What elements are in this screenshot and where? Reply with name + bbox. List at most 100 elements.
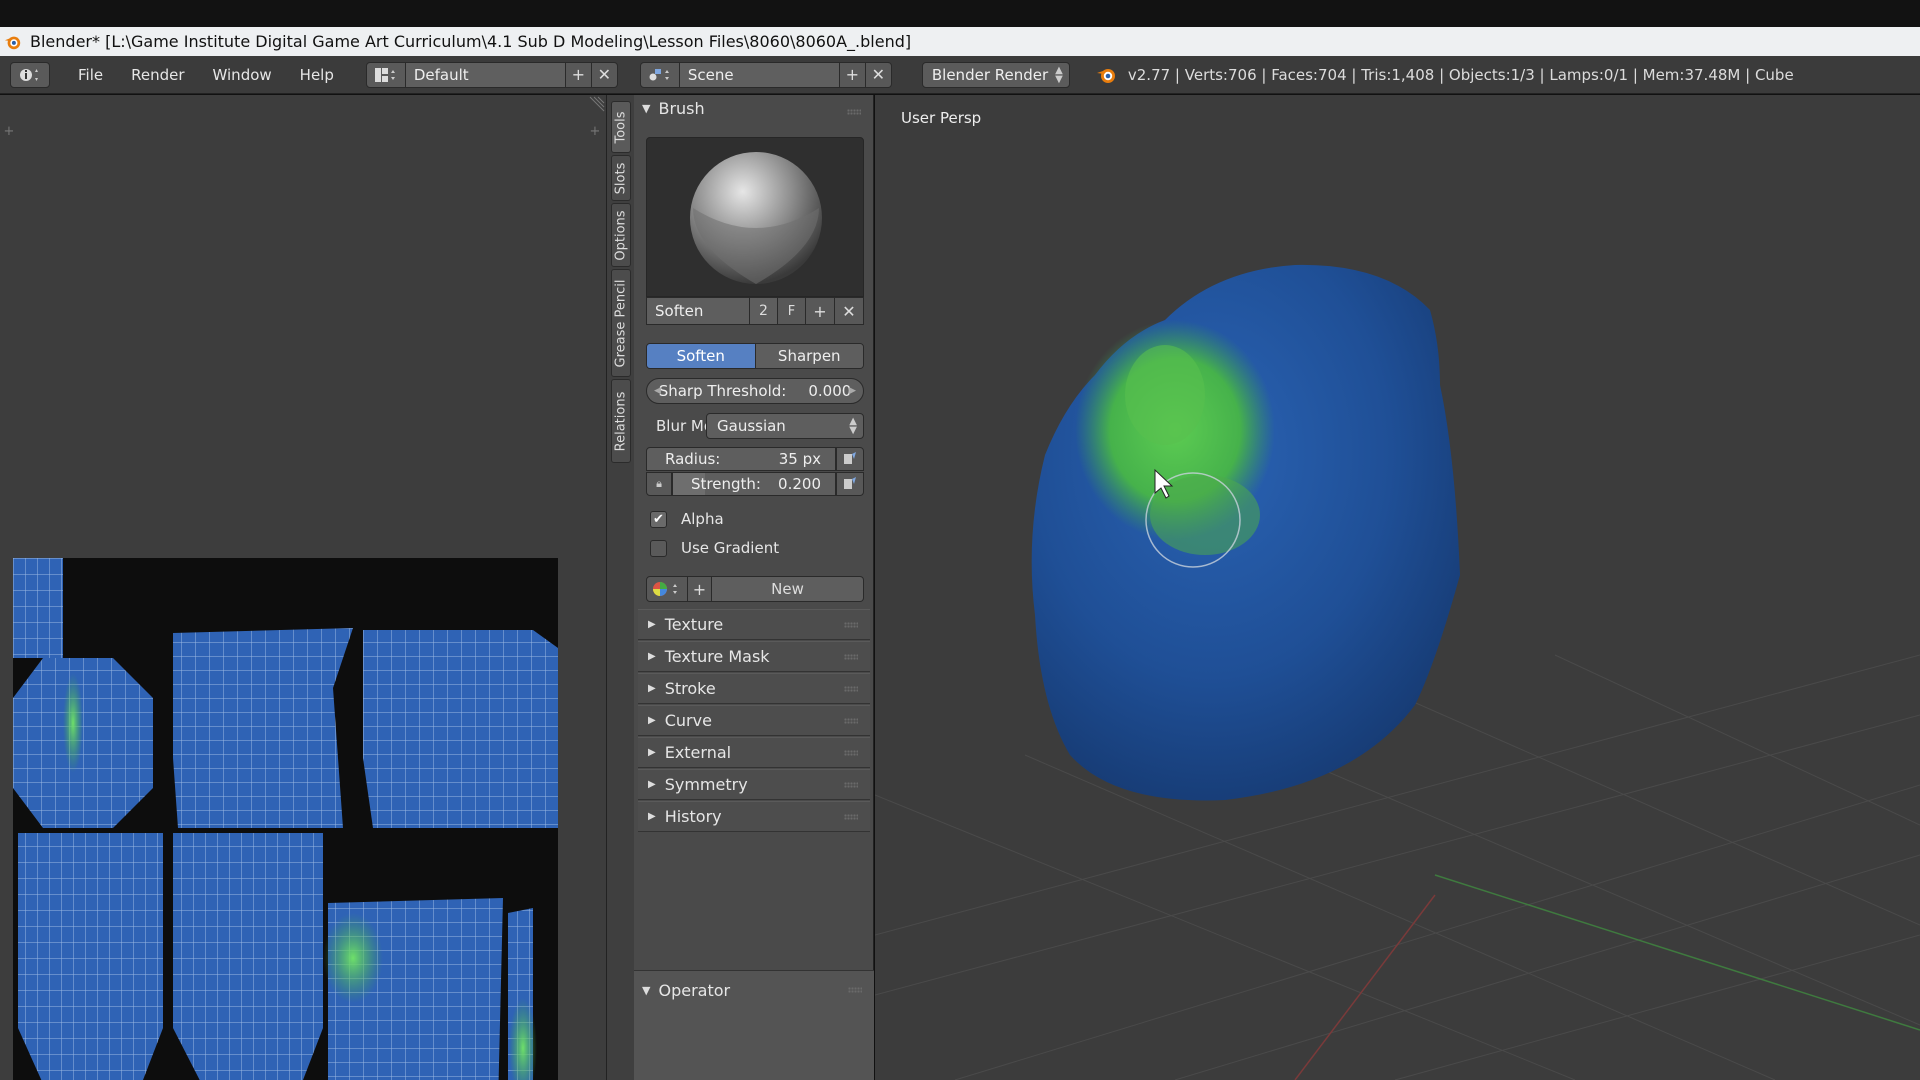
collapsed-triangle-icon: ▶ bbox=[648, 651, 656, 662]
editor-type-button[interactable] bbox=[10, 61, 50, 88]
scene-browse-button[interactable] bbox=[639, 61, 680, 88]
brush-sphere-icon bbox=[690, 152, 822, 284]
scene-selector: Scene + ✕ bbox=[639, 61, 892, 88]
new-texture-plus-icon[interactable]: + bbox=[688, 576, 712, 602]
uv-image-editor[interactable]: + + bbox=[0, 95, 606, 1080]
radius-slider[interactable]: Radius: 35 px bbox=[646, 447, 836, 471]
blur-mode-label: Blur Mode bbox=[656, 417, 706, 435]
dropdown-arrows-icon: ▲ ▼ bbox=[1055, 64, 1063, 85]
uv-texture-image[interactable] bbox=[13, 558, 558, 1080]
new-texture-button[interactable]: New bbox=[712, 576, 864, 602]
area-corner-hatch-icon[interactable] bbox=[588, 95, 606, 113]
panel-grip-icon[interactable] bbox=[844, 782, 858, 788]
texture-mask-panel[interactable]: ▶ Texture Mask bbox=[638, 641, 870, 672]
panel-grip-icon[interactable] bbox=[844, 718, 858, 724]
scene-stats: v2.77 | Verts:706 | Faces:704 | Tris:1,4… bbox=[1127, 65, 1794, 84]
window-title: Blender* [L:\Game Institute Digital Game… bbox=[30, 32, 912, 51]
add-scene-icon[interactable]: + bbox=[839, 61, 866, 88]
os-top-bar bbox=[0, 0, 1920, 27]
alpha-checkbox[interactable]: ✔ Alpha bbox=[650, 510, 724, 528]
add-brush-icon[interactable]: + bbox=[806, 297, 835, 325]
strength-pressure-icon[interactable] bbox=[836, 472, 864, 496]
tool-shelf: ▼ Brush Soften 2 F + ✕ Soften Sharpen ◀ … bbox=[634, 95, 874, 1080]
texture-browse-button[interactable] bbox=[646, 576, 688, 602]
panel-grip-icon[interactable] bbox=[844, 750, 858, 756]
stroke-panel[interactable]: ▶ Stroke bbox=[638, 673, 870, 704]
panel-grip-icon[interactable] bbox=[844, 654, 858, 660]
area-split-corner-icon[interactable]: + bbox=[588, 125, 602, 139]
external-panel[interactable]: ▶ External bbox=[638, 737, 870, 768]
sharpen-button[interactable]: Sharpen bbox=[754, 344, 863, 368]
screen-layout-browse-button[interactable] bbox=[365, 61, 406, 88]
uv-layout bbox=[13, 558, 558, 1080]
panel-grip-icon[interactable] bbox=[844, 814, 858, 820]
menu-window[interactable]: Window bbox=[199, 66, 286, 84]
tab-options[interactable]: Options bbox=[611, 203, 631, 267]
panel-grip-icon[interactable] bbox=[844, 622, 858, 628]
checkmark-icon: ✔ bbox=[650, 510, 667, 528]
add-layout-icon[interactable]: + bbox=[565, 61, 592, 88]
blender-logo-icon bbox=[1096, 68, 1115, 83]
dropdown-arrows-icon: ▲ ▼ bbox=[849, 416, 857, 436]
brush-preview-thumbnail[interactable] bbox=[646, 137, 864, 297]
area-split-corner-icon[interactable]: + bbox=[2, 125, 16, 139]
panel-grip-icon[interactable] bbox=[847, 109, 861, 115]
expanded-triangle-icon: ▼ bbox=[642, 984, 651, 997]
collapsed-triangle-icon: ▶ bbox=[648, 779, 656, 790]
panel-grip-icon[interactable] bbox=[844, 686, 858, 692]
use-gradient-checkbox[interactable]: Use Gradient bbox=[650, 539, 779, 557]
soften-button[interactable]: Soften bbox=[647, 344, 755, 368]
collapsed-triangle-icon: ▶ bbox=[648, 747, 656, 758]
texture-panel[interactable]: ▶ Texture bbox=[638, 609, 870, 640]
brush-name-field[interactable]: Soften bbox=[646, 297, 750, 325]
brush-datablock-row: Soften 2 F + ✕ bbox=[646, 297, 864, 325]
menu-help[interactable]: Help bbox=[286, 66, 348, 84]
viewport-scene bbox=[875, 264, 1920, 1080]
texture-checker-icon bbox=[653, 582, 677, 596]
collapsed-triangle-icon: ▶ bbox=[648, 619, 656, 630]
remove-scene-icon[interactable]: ✕ bbox=[865, 61, 892, 88]
strength-slider[interactable]: Strength: 0.200 bbox=[672, 472, 836, 496]
info-icon bbox=[20, 68, 38, 81]
brush-users-count[interactable]: 2 bbox=[750, 297, 778, 325]
screen-layout-name-field[interactable]: Default bbox=[405, 61, 566, 88]
layout-grid-icon bbox=[374, 67, 395, 82]
decrement-arrow-icon[interactable]: ◀ bbox=[654, 386, 661, 396]
remove-layout-icon[interactable]: ✕ bbox=[591, 61, 618, 88]
collapsed-triangle-icon: ▶ bbox=[648, 715, 656, 726]
texture-datablock-row: + New bbox=[646, 576, 864, 602]
strength-lock-icon[interactable]: 🔒︎ bbox=[646, 472, 672, 496]
radius-pressure-icon[interactable] bbox=[836, 447, 864, 471]
info-header: File Render Window Help Default + ✕ Scen… bbox=[0, 56, 1920, 94]
fake-user-button[interactable]: F bbox=[778, 297, 806, 325]
history-panel[interactable]: ▶ History bbox=[638, 801, 870, 832]
scene-icon bbox=[649, 68, 669, 80]
brush-panel-header[interactable]: ▼ Brush bbox=[642, 99, 705, 118]
tab-relations[interactable]: Relations bbox=[611, 379, 631, 463]
expanded-triangle-icon: ▼ bbox=[642, 102, 651, 115]
tab-tools[interactable]: Tools bbox=[611, 101, 631, 153]
symmetry-panel[interactable]: ▶ Symmetry bbox=[638, 769, 870, 800]
blender-app-icon bbox=[4, 36, 21, 49]
render-engine-dropdown[interactable]: Blender Render ▲ ▼ bbox=[921, 61, 1070, 88]
unchecked-box-icon bbox=[650, 539, 667, 557]
remove-brush-icon[interactable]: ✕ bbox=[835, 297, 864, 325]
menu-file[interactable]: File bbox=[64, 66, 117, 84]
tab-grease-pencil[interactable]: Grease Pencil bbox=[611, 269, 631, 377]
collapsed-triangle-icon: ▶ bbox=[648, 811, 656, 822]
curve-panel[interactable]: ▶ Curve bbox=[638, 705, 870, 736]
operator-panel: ▼ Operator bbox=[634, 970, 874, 1080]
tab-slots[interactable]: Slots bbox=[611, 155, 631, 201]
3d-viewport[interactable]: User Persp bbox=[875, 95, 1920, 1080]
operator-panel-header[interactable]: ▼ Operator bbox=[642, 981, 730, 1000]
render-engine-value: Blender Render bbox=[931, 65, 1049, 84]
tool-shelf-tabs: Tools Slots Options Grease Pencil Relati… bbox=[606, 95, 634, 1080]
panel-grip-icon[interactable] bbox=[848, 987, 862, 993]
scene-name-field[interactable]: Scene bbox=[679, 61, 840, 88]
menu-render[interactable]: Render bbox=[117, 66, 198, 84]
screen-layout-selector: Default + ✕ bbox=[365, 61, 618, 88]
blur-mode-dropdown[interactable]: Gaussian ▲ ▼ bbox=[706, 413, 864, 439]
sharp-threshold-field[interactable]: ◀ Sharp Threshold: 0.000 ▶ bbox=[646, 378, 864, 404]
window-titlebar: Blender* [L:\Game Institute Digital Game… bbox=[0, 27, 1920, 56]
increment-arrow-icon[interactable]: ▶ bbox=[849, 386, 856, 396]
